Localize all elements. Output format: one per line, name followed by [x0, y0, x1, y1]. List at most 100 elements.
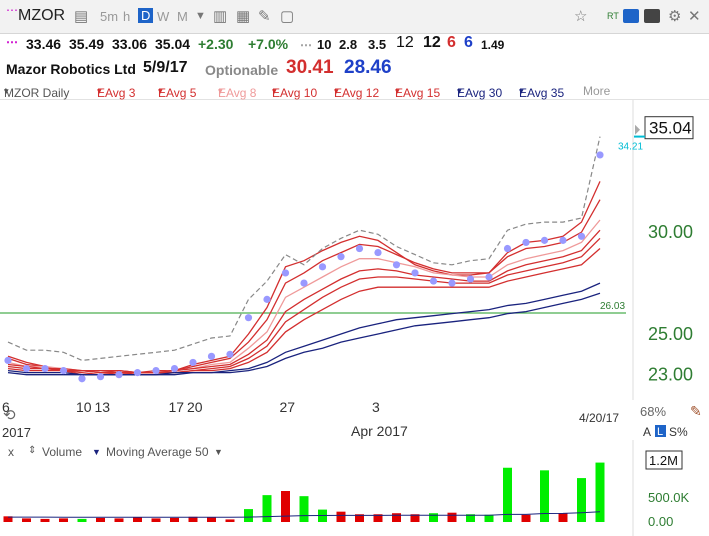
s-label[interactable]: S% — [669, 425, 688, 439]
star-icon[interactable]: ☆ — [574, 7, 587, 25]
price-dot — [263, 295, 271, 303]
x-tick-label: 27 — [280, 399, 296, 415]
chevron-down-icon[interactable]: ▼ — [195, 10, 206, 22]
price-dot — [429, 277, 438, 285]
timeframe-5m[interactable]: 5m — [100, 9, 118, 24]
price-dot — [577, 232, 586, 240]
volume-bar — [77, 518, 87, 522]
close-icon[interactable]: ✕ — [688, 7, 701, 25]
price-dot — [485, 273, 493, 281]
volume-bar — [59, 518, 68, 522]
edit-icon[interactable]: ✎ — [690, 403, 702, 419]
l-label[interactable]: L — [657, 426, 663, 438]
legend-label: EAvg 3 — [97, 86, 136, 100]
price-dot — [374, 248, 382, 257]
price-dot — [318, 263, 327, 271]
quote-n4: 12 — [396, 34, 414, 51]
x-tick-label: 3 — [372, 399, 380, 415]
month-label: Apr 2017 — [351, 423, 408, 439]
quote-n1: 10 — [317, 37, 332, 52]
price-chart[interactable]: 35.0430.0025.0023.0034.2126.03 6 13 20 27 31… — [0, 100, 709, 440]
volume-bar — [336, 511, 346, 522]
x-tick-label: 17 — [169, 399, 185, 415]
pencil-icon[interactable]: ✎ — [258, 7, 271, 25]
dots-icon-2: ⋯ — [300, 38, 312, 52]
legend-label: EAvg 30 — [457, 86, 503, 100]
quote-n5: 12 — [423, 34, 441, 51]
info-value-red: 30.41 — [286, 57, 334, 78]
timeframe-w[interactable]: W — [157, 9, 169, 24]
rt-label[interactable]: RT — [607, 11, 619, 21]
main-chart-lines — [7, 136, 601, 376]
company-name: Mazor Robotics Ltd — [6, 61, 136, 77]
quote-close: 35.04 — [155, 36, 191, 52]
price-dot — [522, 238, 530, 247]
x-tick-label: 13 — [95, 399, 111, 415]
grid-icon[interactable]: ▦ — [236, 7, 250, 25]
volume-bar — [207, 517, 216, 522]
price-dot — [337, 253, 345, 261]
symbol-label[interactable]: MZOR — [18, 7, 65, 25]
volume-chart[interactable]: 1.2M 500.0K 0.00 — [0, 440, 709, 536]
bars-icon[interactable]: ▥ — [213, 7, 227, 25]
price-dot — [78, 375, 86, 383]
price-dot — [22, 364, 31, 373]
price-dot — [96, 373, 105, 381]
note-icon[interactable]: ▢ — [280, 7, 294, 25]
last-price-label: 35.04 — [649, 119, 692, 138]
volume-bar — [133, 517, 142, 522]
timeframe-d[interactable]: D — [138, 8, 154, 23]
gear-icon[interactable]: ⚙ — [668, 7, 681, 25]
legend-more[interactable]: More — [583, 84, 610, 98]
main-chart-xticks: 6 13 20 27 310 17 — [2, 399, 380, 415]
quote-change: +2.30 — [198, 36, 234, 52]
price-tick-label: 23.00 — [648, 365, 693, 385]
book-icon[interactable]: ▤ — [74, 7, 88, 25]
ema-line-eavg-8 — [7, 219, 601, 374]
volume-bar — [484, 514, 494, 522]
quote-n6: 6 — [447, 34, 456, 51]
volume-bar — [22, 518, 31, 522]
price-dot — [152, 366, 160, 375]
year-label: 2017 — [2, 425, 31, 440]
price-dot — [4, 356, 12, 365]
volume-tick-label: 500.0K — [648, 490, 690, 505]
dots-icon: ⋯ — [6, 35, 18, 49]
end-date-label: 4/20/17 — [579, 411, 619, 425]
x-tick-label: 20 — [187, 399, 203, 415]
legend-label: EAvg 5 — [158, 86, 197, 100]
quote-n3: 3.5 — [368, 37, 387, 52]
price-dot — [355, 244, 364, 253]
volume-bar — [114, 518, 124, 522]
indicator-legend: ▾ MZOR Daily ▾ EAvg 3 ▾ EAvg 5 ▾ EAvg 8 … — [0, 82, 709, 100]
volume-bar — [429, 513, 438, 522]
quote-n8: 1.49 — [481, 38, 505, 52]
price-dot — [115, 371, 123, 379]
price-dot — [41, 364, 49, 373]
price-high-dashed-line — [7, 136, 601, 362]
price-dot — [411, 269, 419, 277]
zoom-label[interactable]: 68% — [640, 404, 666, 419]
a-label[interactable]: A — [643, 425, 651, 439]
timeframe-m[interactable]: M — [177, 9, 188, 24]
s-button-icon[interactable] — [623, 9, 639, 23]
quote-low: 33.06 — [112, 36, 148, 52]
legend-label: EAvg 15 — [395, 86, 441, 100]
legend-label: EAvg 10 — [272, 86, 318, 100]
volume-axis: 1.2M 500.0K 0.00 — [632, 440, 690, 536]
quote-n7: 6 — [464, 34, 473, 51]
price-dot — [300, 279, 308, 287]
drag-handle-icon[interactable]: ⋯ — [6, 3, 18, 17]
t-button-icon[interactable] — [644, 9, 660, 23]
volume-bar — [225, 519, 235, 522]
price-dot — [189, 358, 197, 367]
legend-label: MZOR Daily — [4, 86, 70, 100]
volume-tick-label: 1.2M — [649, 453, 678, 468]
volume-bar — [540, 470, 549, 522]
volume-bar — [447, 512, 457, 522]
info-row: Mazor Robotics Ltd 5/9/17 Optionable 30.… — [0, 56, 709, 82]
timeframe-h[interactable]: h — [123, 9, 130, 24]
volume-bars — [3, 462, 605, 522]
refresh-icon[interactable]: ⟲ — [3, 407, 16, 424]
volume-bar — [151, 518, 161, 522]
